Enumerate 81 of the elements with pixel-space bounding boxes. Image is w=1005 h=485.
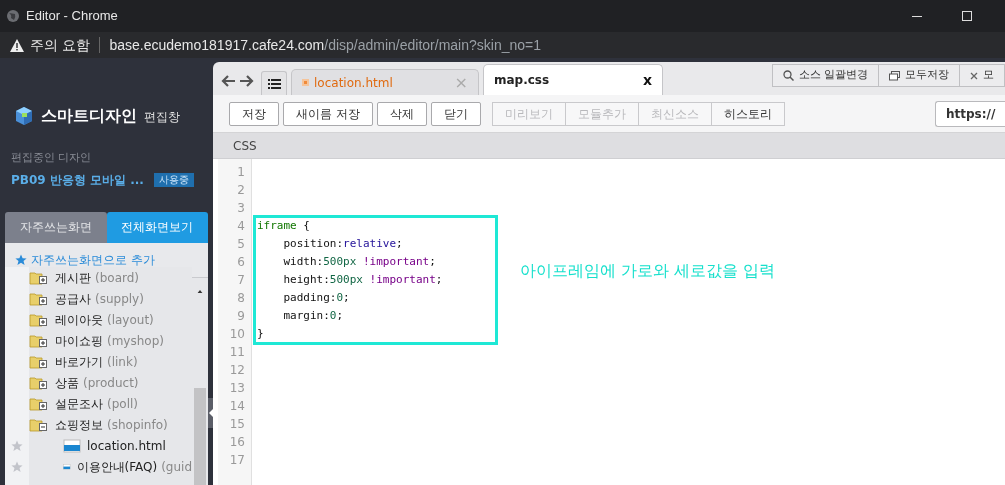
- line-number: 3: [236, 200, 246, 217]
- toolbar-button[interactable]: 모두저장: [878, 64, 960, 87]
- cube-icon: [14, 106, 34, 126]
- editor-tab[interactable]: map.css x: [483, 64, 663, 95]
- line-number: 8: [236, 290, 246, 307]
- star-icon[interactable]: [11, 440, 23, 452]
- tree-item[interactable]: location.html: [87, 437, 166, 455]
- folder-icon[interactable]: [29, 376, 49, 390]
- tree-item[interactable]: 레이아웃 (layout): [55, 311, 154, 329]
- toolbar-button[interactable]: 닫기: [430, 101, 481, 126]
- folder-icon[interactable]: [29, 271, 49, 285]
- line-number: 9: [236, 308, 246, 325]
- line-number: 12: [228, 362, 246, 379]
- folder-icon[interactable]: [29, 418, 49, 432]
- toolbar-button[interactable]: 새이름 저장: [283, 101, 373, 126]
- warning-icon: [10, 38, 24, 52]
- tree-item[interactable]: 마이쇼핑 (myshop): [55, 332, 164, 350]
- scrollbar-thumb[interactable]: [194, 387, 206, 485]
- toolbar-button[interactable]: 모: [959, 64, 1005, 87]
- line-number: 7: [236, 272, 246, 289]
- toolbar-button[interactable]: 히스토리: [710, 101, 785, 126]
- section-label: 편집중인 디자인: [10, 150, 93, 166]
- star-icon: [15, 253, 27, 266]
- code-line: height:500px !important;: [282, 272, 443, 288]
- url-field[interactable]: https://: [935, 100, 1005, 127]
- folder-icon[interactable]: [29, 397, 49, 411]
- maximize-icon[interactable]: [961, 10, 973, 22]
- folder-icon[interactable]: [29, 355, 49, 369]
- globe-icon: [6, 9, 20, 23]
- line-number: 14: [228, 398, 246, 415]
- folder-icon[interactable]: [29, 292, 49, 306]
- code-line: padding:0;: [282, 290, 350, 306]
- tree-item[interactable]: 상품 (product): [55, 374, 139, 392]
- design-name[interactable]: PB09 반응형 모바일 ...: [11, 170, 144, 189]
- tree-item[interactable]: 게시판 (board): [55, 269, 139, 287]
- app-subtitle: 편집창: [144, 109, 180, 126]
- line-number: 6: [236, 254, 246, 271]
- line-number: 1: [236, 164, 246, 181]
- search-icon: [782, 70, 794, 81]
- collapse-handle[interactable]: [208, 398, 213, 428]
- line-number: 16: [228, 434, 246, 451]
- tree-item[interactable]: 공급사 (supply): [55, 290, 144, 308]
- file-list-button[interactable]: [261, 71, 287, 95]
- star-icon[interactable]: [11, 461, 23, 473]
- html-file-icon: [63, 439, 81, 453]
- tree-item[interactable]: 바로가기 (link): [55, 353, 138, 371]
- close-icon: [970, 71, 978, 80]
- status-badge: 사용중: [153, 172, 194, 187]
- code-line: iframe {: [257, 218, 310, 234]
- toolbar-button[interactable]: 삭제: [376, 101, 427, 126]
- code-line: position:relative;: [282, 236, 403, 252]
- security-warning[interactable]: 주의 요함: [30, 34, 91, 56]
- toolbar-button[interactable]: 소스 일괄변경: [771, 64, 879, 87]
- line-number: 2: [236, 182, 246, 199]
- back-icon[interactable]: [220, 74, 236, 88]
- tree-item[interactable]: 설문조사 (poll): [55, 395, 138, 413]
- annotation-text: 아이프레임에 가로와 세로값을 입력: [520, 260, 776, 282]
- list-icon: [267, 78, 281, 89]
- window-title: Editor - Chrome: [26, 7, 118, 26]
- line-number: 13: [228, 380, 246, 397]
- line-number: 4: [236, 218, 246, 235]
- line-number: 17: [228, 452, 246, 469]
- windows-icon: [889, 70, 900, 81]
- close-button[interactable]: x: [642, 69, 652, 91]
- line-number: 10: [228, 326, 246, 343]
- code-line: width:500px !important;: [282, 254, 436, 270]
- language-label: CSS: [233, 137, 257, 155]
- line-number: 5: [236, 236, 246, 253]
- toolbar-button[interactable]: 저장: [229, 101, 279, 126]
- url-text[interactable]: base.ecudemo181917.cafe24.com/disp/admin/editor/main?skin_no=1: [109, 34, 542, 56]
- line-number: 11: [228, 344, 246, 361]
- tree-item[interactable]: 이용안내(FAQ) (guid: [76, 458, 192, 476]
- app-title: 스마트디자인: [41, 105, 137, 127]
- code-line: margin:0;: [282, 308, 344, 324]
- code-line: }: [257, 326, 264, 342]
- line-number: 15: [228, 416, 246, 433]
- folder-icon[interactable]: [29, 313, 49, 327]
- forward-icon[interactable]: [239, 74, 255, 88]
- folder-icon[interactable]: [29, 334, 49, 348]
- tree-item[interactable]: 쇼핑정보 (shopinfo): [55, 416, 168, 434]
- scroll-up-icon[interactable]: [196, 289, 204, 293]
